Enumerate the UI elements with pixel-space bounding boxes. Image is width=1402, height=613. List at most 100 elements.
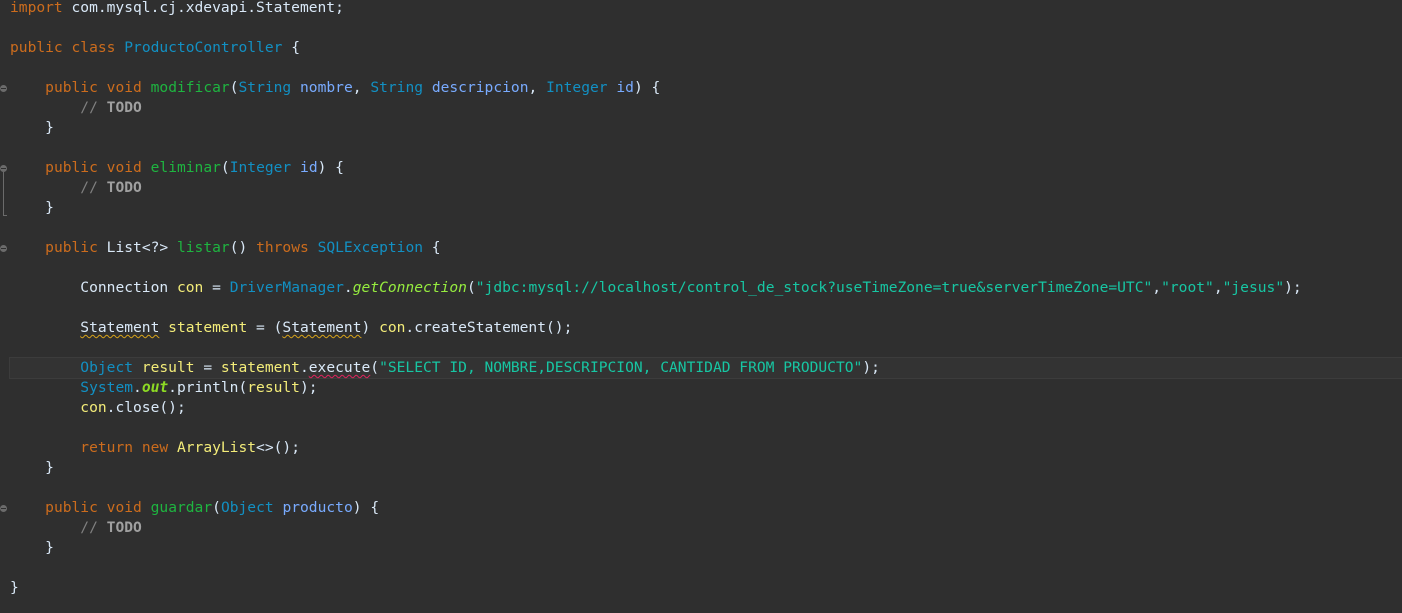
code-token: eliminar (150, 159, 221, 176)
code-token: return (80, 439, 134, 456)
code-token: import (10, 0, 63, 16)
code-line[interactable]: } (0, 198, 1402, 218)
code-token: . (299, 359, 309, 376)
code-line[interactable]: return new ArrayList<>(); (0, 438, 1402, 458)
code-token: void (106, 159, 142, 176)
code-token: <>(); (256, 439, 300, 456)
code-token: id (616, 79, 634, 96)
code-token: ) { (352, 499, 380, 516)
code-token: guardar (150, 499, 213, 516)
code-line-text: Connection con = DriverManager.getConnec… (10, 278, 1302, 298)
code-token: . (343, 279, 353, 296)
code-token: , (352, 79, 371, 96)
code-token: List (106, 239, 142, 256)
code-token: ); (299, 379, 318, 396)
code-token: void (106, 79, 142, 96)
code-token: com.mysql.cj.xdevapi.Statement; (62, 0, 344, 16)
code-token: // (10, 99, 107, 116)
code-line[interactable]: } (0, 538, 1402, 558)
code-token: con (80, 399, 107, 416)
code-line[interactable]: Object result = statement.execute("SELEC… (9, 357, 1402, 379)
code-token: = (203, 279, 230, 296)
code-line[interactable]: System.out.println(result); (0, 378, 1402, 398)
code-line[interactable]: } (0, 578, 1402, 598)
code-token: out (141, 379, 169, 396)
code-token: <?> (141, 239, 177, 256)
code-line[interactable]: public List<?> listar() throws SQLExcept… (0, 238, 1402, 258)
code-token: con (379, 319, 406, 336)
code-line[interactable]: // TODO (0, 518, 1402, 538)
code-line-text: import com.mysql.cj.xdevapi.Statement; (10, 0, 344, 18)
code-line[interactable]: con.close(); (0, 398, 1402, 418)
code-line-text: public List<?> listar() throws SQLExcept… (10, 238, 441, 258)
code-token: new (141, 439, 169, 456)
code-line-text: public void modificar(String nombre, Str… (10, 78, 660, 98)
code-token: .createStatement(); (405, 319, 573, 336)
code-token: nombre (300, 79, 353, 96)
code-line-text: return new ArrayList<>(); (10, 438, 300, 458)
code-token: "jdbc:mysql://localhost/control_de_stock… (475, 279, 1153, 296)
code-line[interactable]: public void guardar(Object producto) { (0, 498, 1402, 518)
code-token: execute (308, 359, 371, 376)
code-token: "root" (1161, 279, 1214, 296)
code-token: { (423, 239, 441, 256)
code-token: producto (282, 499, 353, 516)
code-line-text: } (10, 578, 19, 598)
code-token: statement (168, 319, 248, 336)
code-token: public (45, 79, 98, 96)
code-line[interactable]: Statement statement = (Statement) con.cr… (0, 318, 1402, 338)
code-token: } (10, 579, 19, 596)
code-token: public (45, 499, 98, 516)
code-token: ( (220, 159, 230, 176)
code-line-text: Object result = statement.execute("SELEC… (10, 358, 880, 378)
code-token: modificar (150, 79, 230, 96)
code-token: "SELECT ID, NOMBRE,DESCRIPCION, CANTIDAD… (379, 359, 863, 376)
code-token: String (238, 79, 292, 96)
code-line[interactable]: public class ProductoController { (0, 38, 1402, 58)
code-line-text: con.close(); (10, 398, 185, 418)
code-line[interactable]: Connection con = DriverManager.getConnec… (0, 278, 1402, 298)
code-line[interactable]: public void eliminar(Integer id) { (0, 158, 1402, 178)
code-token: public (45, 159, 98, 176)
code-line[interactable]: } (0, 118, 1402, 138)
code-token: result (247, 379, 300, 396)
code-token: , (1152, 279, 1162, 296)
code-line[interactable]: } (0, 458, 1402, 478)
code-line[interactable]: // TODO (0, 98, 1402, 118)
code-line[interactable]: import com.mysql.cj.xdevapi.Statement; (0, 0, 1402, 18)
code-token: throws (256, 239, 309, 256)
code-line[interactable]: // TODO (0, 178, 1402, 198)
code-token: ( (370, 359, 380, 376)
code-token: void (106, 499, 142, 516)
code-line-text: Statement statement = (Statement) con.cr… (10, 318, 572, 338)
code-token: System (80, 379, 134, 396)
code-token: ) { (633, 79, 661, 96)
code-token: descripcion (431, 79, 529, 96)
code-token: Connection (80, 279, 169, 296)
code-line-text: // TODO (10, 98, 142, 118)
code-token: , (528, 79, 547, 96)
code-token: = (194, 359, 221, 376)
code-line-text: } (10, 458, 54, 478)
code-editor[interactable]: import com.mysql.cj.xdevapi.Statement; pu… (0, 0, 1402, 613)
code-token: Object (220, 499, 274, 516)
code-token: ); (1284, 279, 1302, 296)
code-token: ( (229, 79, 239, 96)
code-line[interactable]: public void modificar(String nombre, Str… (0, 78, 1402, 98)
